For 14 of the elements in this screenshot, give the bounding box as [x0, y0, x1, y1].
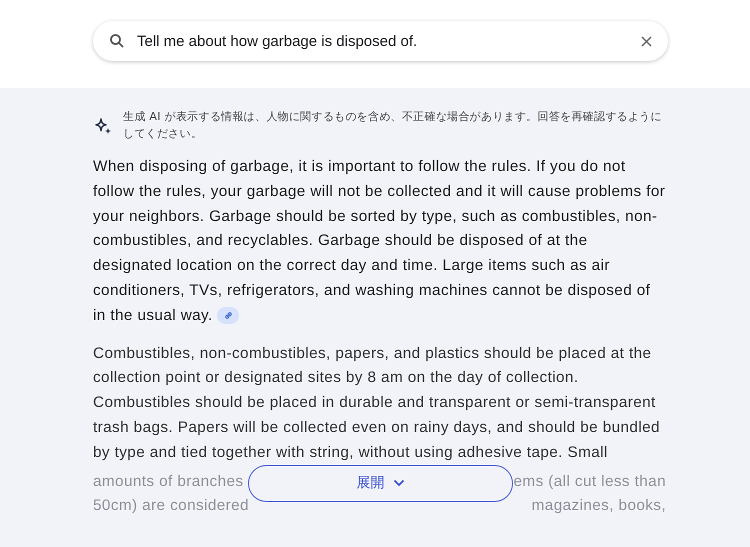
answer-paragraph: Combustibles, non-combustibles, papers, and plastics should be placed at the collection point or designated sites by 8 am on the day of collection. Combustibles should be placed in durable and transparent or semi-transparent trash bags. Papers will be collected even on rainy days, and should be bundled by type and tied together with string, without using adhesive tape. Small [93, 344, 661, 463]
search-icon [109, 33, 125, 49]
faded-text: amounts of branches [93, 472, 244, 492]
faded-text: ems (all cut less than [514, 472, 666, 492]
link-icon[interactable] [217, 307, 240, 324]
faded-text: magazines, books, [532, 496, 666, 516]
answer-paragraph: When disposing of garbage, it is important to follow the rules. If you do not follow the rules, your garbage will not be collected and it will cause problems for your neighbors. Garbage should be sorted by type, such as combustibles, non-combustibles, and recyclables. Garbage should be disposed of at the designated location on the correct day and time. Large items such as air conditioners, TVs, refrigerators, and washing machines cannot be disposed of in the usual way. [93, 157, 666, 326]
expand-button[interactable]: 展開 [248, 464, 513, 502]
close-icon[interactable] [641, 36, 652, 46]
sparkle-icon [93, 116, 113, 136]
disclaimer-text: 生成 AI が表示する情報は、人物に関するものを含め、不正確な場合があります。回答を再確認するようにしてください。 [123, 109, 663, 142]
search-field[interactable]: Tell me about how garbage is disposed of. [137, 32, 641, 50]
faded-text: 50cm) are considered [93, 496, 249, 516]
chevron-down-icon [392, 479, 404, 488]
